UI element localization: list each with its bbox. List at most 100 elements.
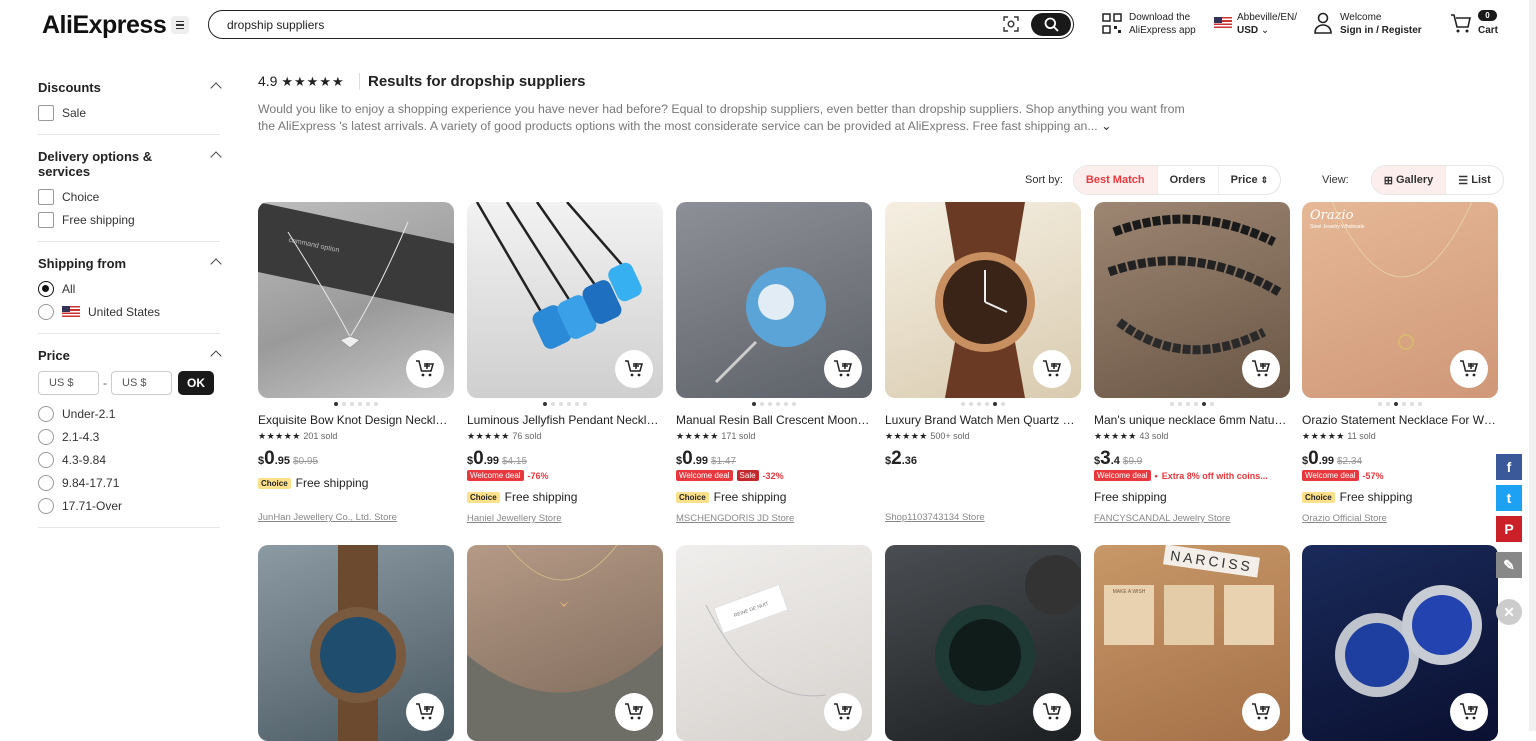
radio[interactable] [38, 428, 54, 445]
chevron-up-icon[interactable] [210, 258, 222, 270]
filter-title[interactable]: Discounts [38, 80, 168, 95]
filter-option-sale[interactable]: Sale [38, 104, 220, 121]
store-link[interactable]: Orazio Official Store [1302, 513, 1498, 524]
product-image[interactable]: command option [258, 202, 454, 398]
image-carousel-dots[interactable] [258, 402, 454, 407]
add-to-cart-button[interactable] [1450, 693, 1488, 731]
twitter-share-icon[interactable]: t [1496, 485, 1522, 511]
image-carousel-dots[interactable] [1302, 402, 1498, 407]
product-title[interactable]: Man's unique necklace 6mm Natural Stone [1094, 413, 1290, 428]
add-to-cart-button[interactable] [1242, 693, 1280, 731]
view-gallery[interactable]: ⊞ Gallery [1371, 166, 1447, 194]
expand-chevron-icon[interactable]: ⌄ [1098, 119, 1111, 133]
region-currency-selector[interactable]: Abbeville/EN/ USD ⌄ [1237, 11, 1297, 37]
checkbox[interactable] [38, 211, 54, 228]
price-range-option[interactable]: 17.71-Over [38, 497, 220, 514]
results-description[interactable]: Would you like to enjoy a shopping exper… [258, 101, 1188, 135]
category-menu-button[interactable] [171, 16, 189, 34]
filter-title[interactable]: Shipping from [38, 256, 168, 271]
price-min-input[interactable]: US $ [38, 371, 99, 395]
facebook-share-icon[interactable]: f [1496, 454, 1522, 480]
image-carousel-dots[interactable] [1094, 402, 1290, 407]
add-to-cart-button[interactable] [615, 693, 653, 731]
page-scrollbar[interactable] [1529, 0, 1536, 731]
product-title[interactable]: Luminous Jellyfish Pendant Necklace [467, 413, 663, 428]
product-image[interactable]: NARCISS MAKE A WISH [1094, 545, 1290, 741]
add-to-cart-button[interactable] [1033, 693, 1071, 731]
filter-option-united-states[interactable]: United States [38, 303, 220, 320]
checkbox[interactable] [38, 104, 54, 121]
cart-icon[interactable] [1450, 14, 1472, 38]
add-to-cart-button[interactable] [1450, 350, 1488, 388]
add-to-cart-button[interactable] [615, 350, 653, 388]
product-title[interactable]: Exquisite Bow Knot Design Necklace [258, 413, 454, 428]
account-link[interactable]: Welcome Sign in / Register [1340, 11, 1422, 37]
product-title[interactable]: Luxury Brand Watch Men Quartz Watch [885, 413, 1081, 428]
radio[interactable] [38, 405, 54, 422]
product-card[interactable] [1302, 545, 1498, 741]
edit-icon[interactable]: ✎ [1496, 552, 1522, 578]
product-image[interactable] [467, 202, 663, 398]
chevron-up-icon[interactable] [210, 82, 222, 94]
store-link[interactable]: FANCYSCANDAL Jewelry Store [1094, 513, 1290, 524]
product-title[interactable]: Orazio Statement Necklace For Women [1302, 413, 1498, 428]
product-title[interactable]: Manual Resin Ball Crescent Moon Chain [676, 413, 872, 428]
add-to-cart-button[interactable] [406, 350, 444, 388]
store-link[interactable]: JunHan Jewellery Co., Ltd. Store [258, 512, 454, 523]
sort-best-match[interactable]: Best Match [1073, 166, 1158, 194]
product-image[interactable] [1094, 202, 1290, 398]
sort-price[interactable]: Price ⇕ [1219, 166, 1281, 194]
search-input[interactable] [227, 16, 987, 33]
product-card[interactable]: Orazio Steel Jewelry Wholesale Orazio St… [1302, 202, 1498, 524]
store-link[interactable]: MSCHENGDORIS JD Store [676, 513, 872, 524]
user-icon[interactable] [1313, 12, 1333, 38]
product-image[interactable] [1302, 545, 1498, 741]
radio-selected[interactable] [38, 280, 54, 297]
sort-orders[interactable]: Orders [1158, 166, 1219, 194]
product-image[interactable]: REINE DE NUIT [676, 545, 872, 741]
download-app-link[interactable]: Download the AliExpress app [1129, 11, 1196, 37]
add-to-cart-button[interactable] [406, 693, 444, 731]
product-image[interactable] [258, 545, 454, 741]
add-to-cart-button[interactable] [1033, 350, 1071, 388]
qr-code-icon[interactable] [1102, 13, 1122, 39]
radio[interactable] [38, 474, 54, 491]
product-card[interactable]: Luxury Brand Watch Men Quartz Watch ★★★★… [885, 202, 1081, 523]
product-card[interactable]: Luminous Jellyfish Pendant Necklace ★★★★… [467, 202, 663, 524]
add-to-cart-button[interactable] [824, 350, 862, 388]
filter-title[interactable]: Delivery options & services [38, 149, 168, 179]
product-card[interactable]: REINE DE NUIT [676, 545, 872, 741]
image-carousel-dots[interactable] [467, 402, 663, 407]
add-to-cart-button[interactable] [1242, 350, 1280, 388]
product-card[interactable] [885, 545, 1081, 741]
image-carousel-dots[interactable] [676, 402, 872, 407]
cart-label[interactable]: Cart [1478, 24, 1498, 37]
aliexpress-logo[interactable]: AliExpress [42, 11, 167, 40]
chevron-up-icon[interactable] [210, 151, 222, 163]
price-range-option[interactable]: 9.84-17.71 [38, 474, 220, 491]
price-max-input[interactable]: US $ [111, 371, 172, 395]
product-image[interactable] [885, 545, 1081, 741]
add-to-cart-button[interactable] [824, 693, 862, 731]
product-card[interactable]: Man's unique necklace 6mm Natural Stone … [1094, 202, 1290, 524]
product-image[interactable] [467, 545, 663, 741]
close-icon[interactable]: ✕ [1496, 599, 1522, 625]
product-image[interactable] [676, 202, 872, 398]
filter-title[interactable]: Price [38, 348, 168, 363]
filter-option-all[interactable]: All [38, 280, 220, 297]
store-link[interactable]: Shop1103743134 Store [885, 512, 1081, 523]
filter-option-free-shipping[interactable]: Free shipping [38, 211, 220, 228]
radio[interactable] [38, 303, 54, 320]
view-list[interactable]: ☰ List [1446, 166, 1502, 194]
product-card[interactable]: NARCISS MAKE A WISH [1094, 545, 1290, 741]
checkbox[interactable] [38, 188, 54, 205]
product-card[interactable]: command option Exquisite Bow Knot Design… [258, 202, 454, 523]
price-range-option[interactable]: Under-2.1 [38, 405, 220, 422]
product-image[interactable]: Orazio Steel Jewelry Wholesale [1302, 202, 1498, 398]
store-link[interactable]: Haniel Jewellery Store [467, 513, 663, 524]
product-image[interactable] [885, 202, 1081, 398]
radio[interactable] [38, 497, 54, 514]
filter-option-choice[interactable]: Choice [38, 188, 220, 205]
image-search-icon[interactable] [1003, 16, 1019, 32]
search-button[interactable] [1031, 13, 1071, 36]
